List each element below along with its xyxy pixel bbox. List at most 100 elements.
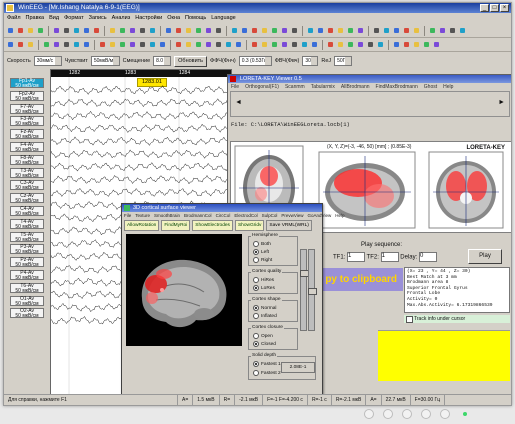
menu-item[interactable]: Вид xyxy=(49,14,59,23)
toolbar-button-icon[interactable] xyxy=(118,26,127,35)
toolbar-button-icon[interactable] xyxy=(224,40,233,49)
toolbar-button-icon[interactable] xyxy=(194,40,203,49)
toolbar-button-icon[interactable] xyxy=(326,26,335,35)
menu-item[interactable]: Файл xyxy=(7,14,21,23)
menu-item[interactable]: Окна xyxy=(167,14,180,23)
toolbar-button-icon[interactable] xyxy=(402,26,411,35)
channel-row[interactable]: Fp2-Av 50 мкВ/см xyxy=(4,90,48,103)
toolbar-button-icon[interactable] xyxy=(372,26,381,35)
toolbar-button-icon[interactable] xyxy=(260,40,269,49)
toolbar-button-icon[interactable] xyxy=(62,40,71,49)
monitor-button-3[interactable] xyxy=(402,409,412,419)
show-grid-toggle[interactable]: ShowGridv xyxy=(234,220,265,231)
channel-row[interactable]: P4-Av 50 мкВ/см xyxy=(4,269,48,282)
minimize-button[interactable]: _ xyxy=(480,4,489,12)
save-vrml-button[interactable]: Save VRML(WRL) xyxy=(266,220,312,231)
toolbar-button-icon[interactable] xyxy=(280,26,289,35)
toolbar-button-icon[interactable] xyxy=(336,40,345,49)
toolbar-button-icon[interactable] xyxy=(92,26,101,35)
loreta-menu-item[interactable]: AllBrodmann xyxy=(341,83,370,91)
toolbar-button-icon[interactable] xyxy=(214,26,223,35)
toolbar-button-icon[interactable] xyxy=(174,26,183,35)
toolbar-button-icon[interactable] xyxy=(306,26,315,35)
tf2-input[interactable]: 1 xyxy=(380,252,399,262)
channel-row[interactable]: C4-Av 50 мкВ/см xyxy=(4,205,48,218)
toolbar-button-icon[interactable] xyxy=(250,26,259,35)
toolbar-button-icon[interactable] xyxy=(138,40,147,49)
toolbar-button-icon[interactable] xyxy=(108,26,117,35)
tf1-input[interactable]: 1 xyxy=(347,252,366,262)
toolbar-button-icon[interactable] xyxy=(26,26,35,35)
toolbar-button-icon[interactable] xyxy=(300,40,309,49)
viewer-menu-item[interactable]: CircCol xyxy=(216,212,231,219)
hemisphere-left-radio[interactable]: Left xyxy=(253,249,269,255)
toolbar-button-icon[interactable] xyxy=(82,40,91,49)
fvch-select[interactable]: 30 xyxy=(302,56,319,66)
toolbar-button-icon[interactable] xyxy=(432,40,441,49)
nav-right-icon[interactable]: ► xyxy=(498,99,505,106)
toolbar-button-icon[interactable] xyxy=(148,26,157,35)
viewer-menu-item[interactable]: PrevwView xyxy=(281,212,303,219)
quality-lores-radio[interactable]: LoRes xyxy=(253,285,275,291)
channel-row[interactable]: Fp1-Av 50 мкВ/см xyxy=(4,77,48,90)
toolbar-button-icon[interactable] xyxy=(164,26,173,35)
toolbar-button-icon[interactable] xyxy=(270,40,279,49)
toolbar-button-icon[interactable] xyxy=(412,40,421,49)
toolbar-button-icon[interactable] xyxy=(184,26,193,35)
toolbar-button-icon[interactable] xyxy=(158,40,167,49)
toolbar-button-icon[interactable] xyxy=(128,40,137,49)
toolbar-button-icon[interactable] xyxy=(184,40,193,49)
channel-row[interactable]: T6-Av 50 мкВ/см xyxy=(4,282,48,295)
monitor-button-5[interactable] xyxy=(440,409,450,419)
closure-closed-radio[interactable]: Closed xyxy=(253,341,276,347)
shape-inflated-radio[interactable]: Inflated xyxy=(253,313,277,319)
toolbar-button-icon[interactable] xyxy=(412,26,421,35)
sensitivity-select[interactable]: 50мкВ/мм xyxy=(90,56,120,66)
toolbar-button-icon[interactable] xyxy=(52,40,61,49)
find-roi-toggle[interactable]: FindMyRoi xyxy=(161,220,191,231)
quality-hires-radio[interactable]: HiRes xyxy=(253,277,274,283)
channel-row[interactable]: F7-Av 50 мкВ/см xyxy=(4,103,48,116)
hemisphere-both-radio[interactable]: Both xyxy=(253,241,271,247)
toolbar-button-icon[interactable] xyxy=(214,40,223,49)
toolbar-button-icon[interactable] xyxy=(138,26,147,35)
toolbar-button-icon[interactable] xyxy=(52,26,61,35)
menu-item[interactable]: Анализ xyxy=(112,14,131,23)
toolbar-button-icon[interactable] xyxy=(128,26,137,35)
menu-item[interactable]: Правка xyxy=(26,14,45,23)
play-button[interactable]: Play xyxy=(468,249,502,264)
toolbar-button-icon[interactable] xyxy=(366,40,375,49)
hemisphere-right-radio[interactable]: Right xyxy=(253,257,272,263)
toolbar-button-icon[interactable] xyxy=(310,40,319,49)
toolbar-button-icon[interactable] xyxy=(82,26,91,35)
menu-item[interactable]: Помощь xyxy=(185,14,206,23)
toolbar-button-icon[interactable] xyxy=(26,40,35,49)
depth-fastest1-radio[interactable]: Fastest 1 xyxy=(253,361,281,367)
maximize-button[interactable]: □ xyxy=(490,4,499,12)
depth-fastest2-radio[interactable]: Fastest 2 xyxy=(253,370,281,376)
loreta-menu-item[interactable]: File xyxy=(231,83,239,91)
ffch-select[interactable]: 0.3 (0.53Гц) xyxy=(238,56,272,66)
cortex-3d-canvas[interactable] xyxy=(126,234,242,346)
apply-button[interactable]: Обновить xyxy=(174,55,208,67)
toolbar-button-icon[interactable] xyxy=(174,40,183,49)
menu-item[interactable]: Запись xyxy=(89,14,107,23)
menu-item[interactable]: Language xyxy=(211,14,235,23)
viewer-menu-item[interactable]: ElectrodCol xyxy=(234,212,257,219)
toolbar-button-icon[interactable] xyxy=(458,26,467,35)
toolbar-button-icon[interactable] xyxy=(16,40,25,49)
toolbar-button-icon[interactable] xyxy=(6,40,15,49)
viewer-menu-item[interactable]: Texture xyxy=(135,212,150,219)
toolbar-button-icon[interactable] xyxy=(356,26,365,35)
toolbar-button-icon[interactable] xyxy=(346,40,355,49)
track-info-checkbox[interactable]: Track info under cursor xyxy=(404,315,510,323)
channel-row[interactable]: O1-Av 50 мкВ/см xyxy=(4,295,48,308)
loreta-menu-item[interactable]: Scanmm xyxy=(285,83,305,91)
toolbar-button-icon[interactable] xyxy=(438,26,447,35)
channel-row[interactable]: T4-Av 50 мкВ/см xyxy=(4,218,48,231)
viewer-menu-item[interactable]: GoAndView xyxy=(308,212,332,219)
toolbar-button-icon[interactable] xyxy=(148,40,157,49)
allow-rotation-toggle[interactable]: AllowRotation xyxy=(124,220,160,231)
shift-input[interactable]: 8.0 xyxy=(153,56,172,66)
toolbar-button-icon[interactable] xyxy=(326,40,335,49)
